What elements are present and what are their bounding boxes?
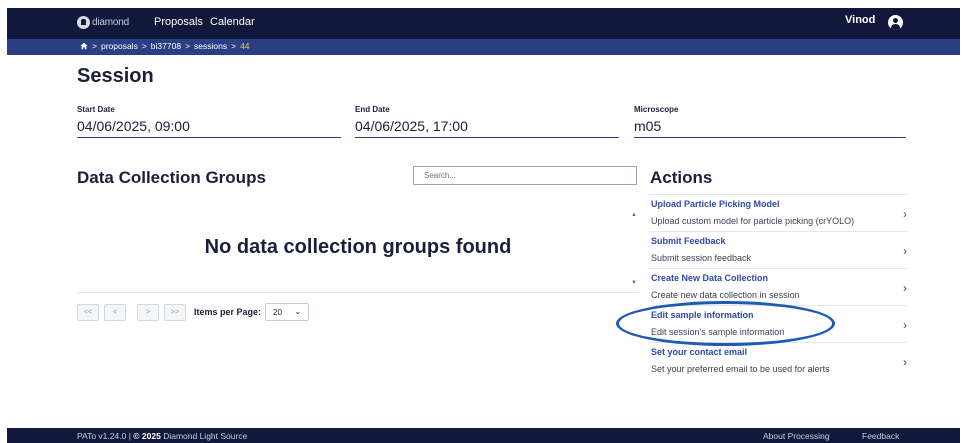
empty-state-message: No data collection groups found bbox=[204, 236, 512, 258]
diamond-logo-icon bbox=[77, 16, 90, 29]
action-description: Upload custom model for particle picking… bbox=[651, 216, 855, 226]
chevron-down-icon: ⌄ bbox=[294, 307, 302, 316]
last-page-button[interactable]: >> bbox=[164, 303, 186, 321]
action-set-contact-email[interactable]: Set your contact email Set your preferre… bbox=[649, 342, 907, 379]
items-per-page-label: Items per Page: bbox=[194, 307, 262, 317]
actions-list: Upload Particle Picking Model Upload cus… bbox=[649, 194, 907, 379]
chevron-right-icon: › bbox=[903, 318, 907, 332]
top-navbar: diamond Proposals Calendar Vinod bbox=[7, 8, 960, 39]
start-date-label: Start Date bbox=[77, 105, 115, 114]
footer-info: PATo v1.24.0 | © 2025 Diamond Light Sour… bbox=[77, 431, 247, 441]
start-date-field: Start Date 04/06/2025, 09:00 bbox=[77, 105, 341, 138]
action-description: Set your preferred email to be used for … bbox=[651, 364, 830, 374]
action-create-data-collection[interactable]: Create New Data Collection Create new da… bbox=[649, 268, 907, 305]
items-per-page-value: 20 bbox=[273, 307, 282, 317]
breadcrumb-current: 44 bbox=[240, 41, 250, 51]
action-description: Create new data collection in session bbox=[651, 290, 800, 300]
dcg-heading: Data Collection Groups bbox=[77, 168, 266, 187]
scroll-down-icon[interactable]: ▼ bbox=[631, 280, 637, 286]
pagination: << < > >> Items per Page: 20 ⌄ bbox=[77, 303, 310, 321]
scroll-up-icon[interactable]: ▲ bbox=[631, 212, 637, 218]
action-title: Edit sample information bbox=[651, 310, 754, 320]
user-avatar-icon[interactable] bbox=[888, 15, 903, 30]
home-icon[interactable] bbox=[80, 42, 88, 50]
nav-link-proposals[interactable]: Proposals bbox=[154, 16, 203, 28]
chevron-right-icon: › bbox=[903, 355, 907, 369]
microscope-field: Microscope m05 bbox=[634, 105, 906, 138]
first-page-button[interactable]: << bbox=[77, 303, 99, 321]
action-edit-sample-information[interactable]: Edit sample information Edit session's s… bbox=[649, 305, 907, 342]
action-description: Edit session's sample information bbox=[651, 327, 785, 337]
breadcrumb-separator: > bbox=[92, 41, 97, 51]
action-title: Submit Feedback bbox=[651, 236, 726, 246]
page-title: Session bbox=[77, 65, 154, 87]
footer: PATo v1.24.0 | © 2025 Diamond Light Sour… bbox=[7, 428, 960, 443]
action-description: Submit session feedback bbox=[651, 253, 752, 263]
breadcrumb-proposals[interactable]: proposals bbox=[101, 41, 138, 51]
end-date-value: 04/06/2025, 17:00 bbox=[355, 118, 619, 138]
action-title: Set your contact email bbox=[651, 347, 748, 357]
breadcrumb-bar: > proposals > bi37708 > sessions > 44 bbox=[7, 39, 960, 55]
footer-separator: | bbox=[128, 431, 131, 441]
chevron-right-icon: › bbox=[903, 281, 907, 295]
footer-link-feedback[interactable]: Feedback bbox=[862, 431, 899, 441]
breadcrumb-sessions[interactable]: sessions bbox=[194, 41, 227, 51]
nav-link-calendar[interactable]: Calendar bbox=[210, 16, 255, 28]
microscope-value: m05 bbox=[634, 118, 906, 138]
breadcrumb-separator: > bbox=[141, 41, 147, 51]
breadcrumb-separator: > bbox=[185, 41, 191, 51]
items-per-page-select[interactable]: 20 ⌄ bbox=[265, 303, 310, 321]
action-title: Upload Particle Picking Model bbox=[651, 199, 780, 209]
logo-text: diamond bbox=[92, 17, 129, 28]
copyright: © 2025 bbox=[133, 431, 161, 441]
app-frame: diamond Proposals Calendar Vinod > propo… bbox=[7, 8, 960, 443]
dcg-list: No data collection groups found bbox=[77, 199, 639, 293]
prev-page-button[interactable]: < bbox=[104, 303, 126, 321]
app-version: PATo v1.24.0 bbox=[77, 431, 127, 441]
end-date-field: End Date 04/06/2025, 17:00 bbox=[355, 105, 619, 138]
breadcrumb-separator: > bbox=[231, 41, 237, 51]
end-date-label: End Date bbox=[355, 105, 390, 114]
search-input[interactable] bbox=[413, 166, 637, 185]
chevron-right-icon: › bbox=[903, 207, 907, 221]
breadcrumb-proposal-id[interactable]: bi37708 bbox=[151, 41, 181, 51]
diamond-logo[interactable]: diamond bbox=[77, 16, 129, 29]
microscope-label: Microscope bbox=[634, 105, 679, 114]
footer-link-about[interactable]: About Processing bbox=[763, 431, 830, 441]
start-date-value: 04/06/2025, 09:00 bbox=[77, 118, 341, 138]
actions-heading: Actions bbox=[650, 168, 713, 187]
next-page-button[interactable]: > bbox=[137, 303, 159, 321]
organization: Diamond Light Source bbox=[163, 431, 248, 441]
action-title: Create New Data Collection bbox=[651, 273, 769, 283]
action-submit-feedback[interactable]: Submit Feedback Submit session feedback … bbox=[649, 231, 907, 268]
action-upload-model[interactable]: Upload Particle Picking Model Upload cus… bbox=[649, 194, 907, 231]
user-name[interactable]: Vinod bbox=[845, 14, 875, 26]
chevron-right-icon: › bbox=[903, 244, 907, 258]
breadcrumb: > proposals > bi37708 > sessions > 44 bbox=[80, 41, 250, 51]
